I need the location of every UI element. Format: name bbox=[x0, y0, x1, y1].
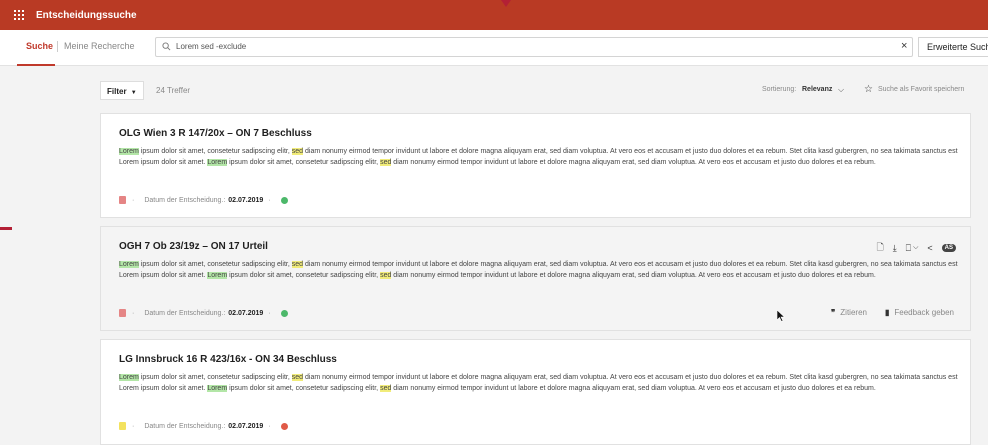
tab-divider bbox=[57, 41, 58, 52]
tab-my-research[interactable]: Meine Recherche bbox=[64, 41, 135, 51]
snippet-text: ipsum dolor sit amet, consetetur sadipsc… bbox=[138, 148, 292, 155]
highlight-term: sed bbox=[291, 148, 304, 155]
date-label: Datum der Entscheidung.: bbox=[144, 309, 226, 317]
download-icon[interactable]: ⤓ bbox=[893, 243, 897, 254]
document-type-badge bbox=[119, 196, 126, 204]
document-icon[interactable]: 🗋 bbox=[876, 240, 883, 256]
decision-date: 02.07.2019 bbox=[228, 422, 264, 430]
bookmark-icon[interactable]: ⎕ bbox=[906, 243, 911, 254]
result-title[interactable]: OGH 7 Ob 23/19z – ON 17 Urteil bbox=[119, 241, 268, 252]
result-snippet: Lorem ipsum dolor sit amet, consetetur s… bbox=[119, 147, 965, 168]
meta-separator: · bbox=[268, 422, 271, 430]
app-header: Entscheidungssuche bbox=[0, 0, 988, 30]
result-snippet: Lorem ipsum dolor sit amet, consetetur s… bbox=[119, 260, 965, 281]
highlight-term: sed bbox=[380, 158, 392, 166]
advanced-search-button[interactable]: Erweiterte Suche bbox=[918, 37, 988, 57]
result-count: 24 Treffer bbox=[156, 86, 191, 95]
document-type-badge bbox=[119, 309, 126, 317]
search-bar: Suche Meine Recherche Lorem sed -exclude… bbox=[0, 30, 988, 66]
result-card[interactable]: OGH 7 Ob 23/19z – ON 17 Urteil 🗋 ⤓ ⎕ ⌵ <… bbox=[100, 226, 971, 331]
result-title[interactable]: OLG Wien 3 R 147/20x – ON 7 Beschluss bbox=[119, 128, 312, 139]
result-snippet: Lorem ipsum dolor sit amet, consetetur s… bbox=[119, 373, 965, 394]
feedback-icon[interactable]: ▮ bbox=[885, 308, 889, 317]
result-meta: · Datum der Entscheidung.: 02.07.2019 · bbox=[119, 308, 288, 318]
mouse-pointer-icon bbox=[777, 310, 785, 322]
result-title[interactable]: LG Innsbruck 16 R 423/16x - ON 34 Beschl… bbox=[119, 354, 337, 365]
search-field[interactable]: Lorem sed -exclude × bbox=[155, 37, 913, 57]
result-meta: · Datum der Entscheidung.: 02.07.2019 · bbox=[119, 195, 288, 205]
quote-icon[interactable]: ❞ bbox=[831, 308, 835, 317]
caret-down-icon: ▼ bbox=[130, 90, 137, 96]
caret-down-icon bbox=[501, 0, 511, 7]
date-label: Datum der Entscheidung.: bbox=[144, 196, 226, 204]
apps-grid-icon[interactable] bbox=[14, 10, 24, 20]
search-input[interactable]: Lorem sed -exclude bbox=[176, 42, 246, 51]
check-icon bbox=[280, 196, 288, 204]
star-icon[interactable]: ☆ bbox=[864, 84, 873, 95]
save-favorite-link[interactable]: Suche als Favorit speichern bbox=[878, 86, 964, 93]
highlight-term: sed bbox=[380, 271, 392, 279]
app-title: Entscheidungssuche bbox=[36, 9, 137, 21]
as-badge[interactable]: AS bbox=[941, 244, 956, 252]
sort-label: Sortierung: bbox=[762, 86, 797, 93]
snippet-text: ipsum dolor sit amet, consetetur sadipsc… bbox=[138, 261, 292, 268]
highlight-term: Lorem bbox=[207, 384, 228, 392]
chevron-down-icon[interactable]: ⌵ bbox=[838, 85, 844, 95]
snippet-text: diam nonumy eirmod tempor invidunt ut la… bbox=[391, 271, 876, 279]
snippet-text: ipsum dolor sit amet, consetetur sadipsc… bbox=[227, 158, 381, 166]
highlight-term: sed bbox=[291, 374, 304, 381]
check-icon bbox=[280, 309, 288, 317]
result-card[interactable]: LG Innsbruck 16 R 423/16x - ON 34 Beschl… bbox=[100, 339, 971, 445]
filter-label: Filter bbox=[107, 87, 127, 96]
highlight-term: sed bbox=[291, 261, 304, 268]
highlight-term: Lorem bbox=[207, 158, 228, 166]
result-actions-toolbar: 🗋 ⤓ ⎕ ⌵ < AS bbox=[867, 240, 956, 256]
result-meta: · Datum der Entscheidung.: 02.07.2019 · bbox=[119, 421, 288, 431]
sort-select[interactable]: Relevanz bbox=[802, 86, 832, 93]
meta-separator: · bbox=[268, 309, 271, 317]
highlight-term: Lorem bbox=[119, 374, 139, 381]
result-footer-actions: ❞ Zitieren ▮ Feedback geben bbox=[831, 308, 954, 317]
snippet-text: ipsum dolor sit amet, consetetur sadipsc… bbox=[138, 374, 292, 381]
highlight-term: Lorem bbox=[119, 261, 139, 268]
highlight-term: sed bbox=[380, 384, 392, 392]
active-tab-indicator bbox=[17, 64, 55, 66]
share-icon[interactable]: < bbox=[927, 243, 932, 253]
highlight-term: Lorem bbox=[119, 148, 139, 155]
meta-separator: · bbox=[132, 309, 135, 317]
chevron-down-icon[interactable]: ⌵ bbox=[913, 244, 918, 252]
meta-separator: · bbox=[132, 422, 135, 430]
document-type-badge bbox=[119, 422, 126, 430]
snippet-text: diam nonumy eirmod tempor invidunt ut la… bbox=[391, 158, 876, 166]
warning-icon bbox=[280, 422, 288, 430]
date-label: Datum der Entscheidung.: bbox=[144, 422, 226, 430]
side-indicator bbox=[0, 227, 12, 230]
snippet-text: ipsum dolor sit amet, consetetur sadipsc… bbox=[227, 271, 381, 279]
search-icon bbox=[162, 42, 171, 51]
meta-separator: · bbox=[268, 196, 271, 204]
tab-search[interactable]: Suche bbox=[26, 41, 53, 51]
result-card[interactable]: OLG Wien 3 R 147/20x – ON 7 Beschluss Lo… bbox=[100, 113, 971, 218]
feedback-button[interactable]: Feedback geben bbox=[894, 308, 954, 317]
snippet-text: diam nonumy eirmod tempor invidunt ut la… bbox=[391, 384, 876, 392]
filter-button[interactable]: Filter ▼ bbox=[100, 81, 144, 100]
meta-separator: · bbox=[132, 196, 135, 204]
decision-date: 02.07.2019 bbox=[228, 196, 264, 204]
cite-button[interactable]: Zitieren bbox=[840, 308, 867, 317]
snippet-text: ipsum dolor sit amet, consetetur sadipsc… bbox=[227, 384, 381, 392]
highlight-term: Lorem bbox=[207, 271, 228, 279]
clear-icon[interactable]: × bbox=[901, 40, 907, 52]
decision-date: 02.07.2019 bbox=[228, 309, 264, 317]
